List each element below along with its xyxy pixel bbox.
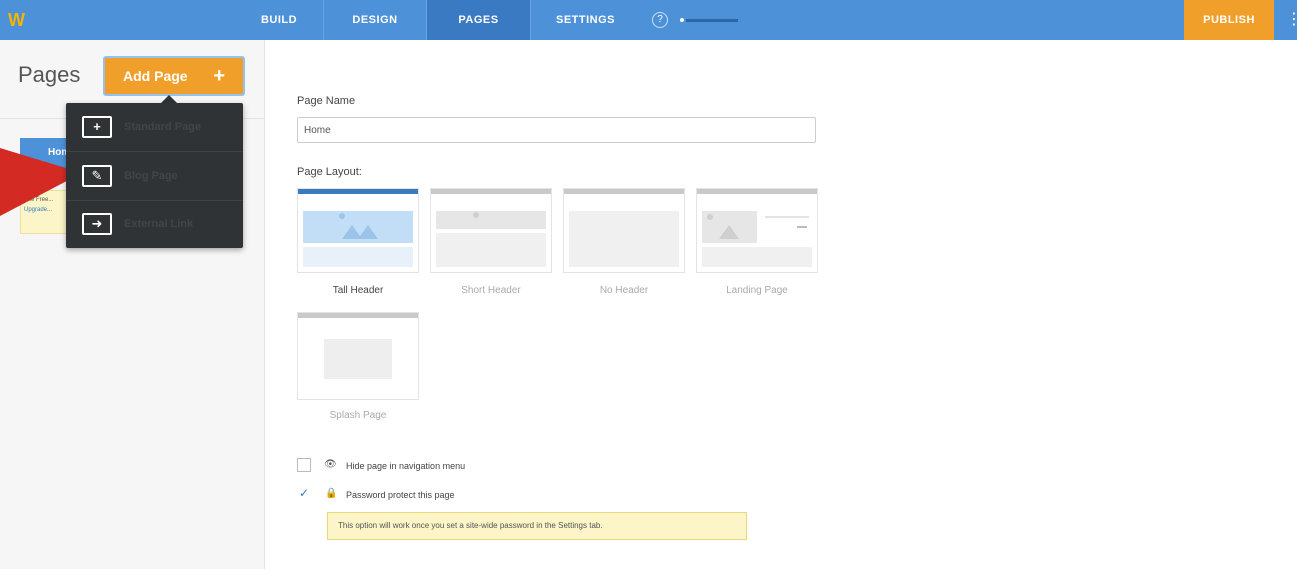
image-sun-icon <box>339 213 345 219</box>
page-layout-label: Page Layout: <box>297 166 362 178</box>
layout-name-no-header: No Header <box>599 285 649 296</box>
tab-build[interactable]: BUILD <box>235 0 323 40</box>
add-page-label: Add Page <box>123 68 188 84</box>
more-menu-icon[interactable]: ⋮ <box>1286 10 1297 30</box>
layout-name-landing-page: Landing Page <box>726 285 788 296</box>
menu-item-standard-page[interactable]: + Standard Page <box>66 103 243 151</box>
tab-settings[interactable]: SETTINGS <box>530 0 640 40</box>
text-line <box>797 226 807 228</box>
layout-body-block <box>702 247 812 267</box>
layout-splash-page[interactable] <box>297 312 419 400</box>
menu-item-blog-page[interactable]: ✎ Blog Page <box>66 152 243 200</box>
layout-header-block <box>436 211 546 229</box>
image-sun-icon <box>707 214 713 220</box>
image-sun-icon <box>473 212 479 218</box>
layout-body-block <box>303 247 413 267</box>
page-name-input[interactable] <box>297 117 816 143</box>
layout-center-block <box>324 339 392 379</box>
layout-no-header[interactable] <box>563 188 685 273</box>
text-line <box>765 216 809 218</box>
add-page-button[interactable]: Add Page + <box>103 56 245 96</box>
layout-name-tall-header: Tall Header <box>332 285 384 296</box>
dropdown-caret <box>161 95 177 103</box>
layout-top-strip <box>431 189 551 194</box>
add-page-icon: + <box>82 116 112 138</box>
help-circle-icon[interactable]: ? <box>652 12 668 28</box>
password-note: This option will work once you set a sit… <box>327 512 747 540</box>
image-mountain-icon <box>719 225 739 239</box>
layout-top-strip <box>298 189 418 194</box>
password-checkbox[interactable]: ✓ <box>297 487 311 501</box>
menu-item-external-link[interactable]: ➜ External Link <box>66 200 243 248</box>
layout-body-block <box>569 211 679 267</box>
layout-landing-page[interactable] <box>696 188 818 273</box>
tab-pages[interactable]: PAGES <box>426 0 530 40</box>
sidebar-title: Pages <box>18 62 81 87</box>
image-mountain-icon <box>358 225 378 239</box>
plus-icon: + <box>213 65 225 87</box>
progress-bar <box>680 18 738 22</box>
menu-item-label: Standard Page <box>124 121 202 133</box>
page-name-label: Page Name <box>297 95 356 107</box>
password-label: Password protect this page <box>346 490 455 500</box>
layout-top-strip <box>564 189 684 194</box>
layout-body-block <box>436 233 546 267</box>
publish-button[interactable]: PUBLISH <box>1184 0 1274 40</box>
tab-design[interactable]: DESIGN <box>323 0 426 40</box>
hide-nav-checkbox[interactable] <box>297 458 311 472</box>
menu-item-label: Blog Page <box>124 170 178 182</box>
blog-edit-icon: ✎ <box>82 165 112 187</box>
layout-top-strip <box>697 189 817 194</box>
lock-icon: 🔒 <box>325 488 338 499</box>
layout-name-splash-page: Splash Page <box>329 410 387 421</box>
top-navigation-bar: W BUILD DESIGN PAGES SETTINGS ? PUBLISH … <box>0 0 1297 40</box>
external-link-icon: ➜ <box>82 213 112 235</box>
layout-short-header[interactable] <box>430 188 552 273</box>
progress-dot <box>680 18 684 22</box>
page-settings-panel: Page Name Page Layout: Tall Header Short… <box>266 40 1297 569</box>
menu-item-label: External Link <box>124 218 194 230</box>
layout-name-short-header: Short Header <box>461 285 521 296</box>
hide-eye-icon: 👁 <box>324 459 337 470</box>
add-page-dropdown: + Standard Page ✎ Blog Page ➜ External L… <box>66 103 243 248</box>
weebly-logo[interactable]: W <box>8 8 32 32</box>
hide-nav-label: Hide page in navigation menu <box>346 461 466 471</box>
layout-tall-header[interactable] <box>297 188 419 273</box>
layout-top-strip <box>298 313 418 318</box>
